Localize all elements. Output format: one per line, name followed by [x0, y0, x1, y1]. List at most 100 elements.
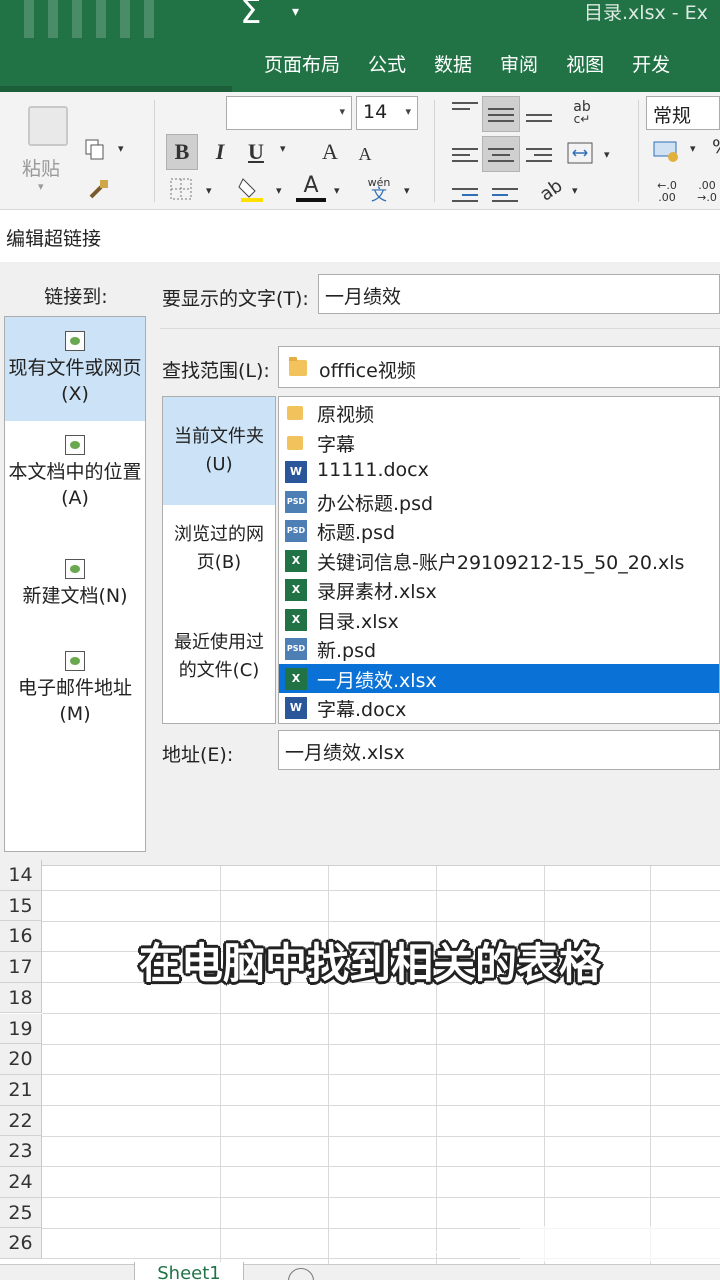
- paste-icon[interactable]: [28, 106, 68, 146]
- file-name: 标题.psd: [317, 522, 396, 544]
- font-name-box[interactable]: ▾: [226, 96, 352, 130]
- borders-dropdown-icon[interactable]: ▾: [206, 184, 212, 197]
- list-item[interactable]: 字幕: [279, 428, 719, 458]
- row-header[interactable]: 14: [0, 860, 42, 891]
- percent-icon[interactable]: %: [712, 136, 720, 158]
- number-format-box[interactable]: 常规: [646, 96, 720, 130]
- paste-label[interactable]: 粘贴: [22, 154, 60, 181]
- copy-icon[interactable]: [84, 138, 106, 162]
- accounting-format-icon[interactable]: [652, 138, 682, 164]
- bold-label[interactable]: B: [166, 136, 198, 168]
- row-header[interactable]: 26: [0, 1228, 42, 1260]
- underline-dropdown-icon[interactable]: ▾: [280, 142, 286, 155]
- orientation-dropdown-icon[interactable]: ▾: [572, 184, 578, 197]
- orientation-icon[interactable]: ab: [532, 171, 569, 209]
- increase-decimal-bottom: .00: [658, 191, 676, 204]
- tab-data[interactable]: 数据: [420, 50, 486, 77]
- dialog-title-bar[interactable]: 编辑超链接: [0, 212, 720, 262]
- paste-dropdown-icon[interactable]: ▾: [38, 180, 44, 193]
- align-middle-icon[interactable]: [488, 104, 514, 126]
- row-header[interactable]: 23: [0, 1136, 42, 1167]
- psd-file-icon: PSD: [285, 490, 307, 513]
- font-size-value: 14: [363, 101, 388, 123]
- row-header[interactable]: 22: [0, 1105, 42, 1137]
- shrink-font-button[interactable]: A: [354, 140, 376, 168]
- list-item[interactable]: X 目录.xlsx: [279, 605, 719, 635]
- format-painter-icon[interactable]: [86, 176, 112, 202]
- align-left-icon[interactable]: [452, 144, 478, 166]
- align-top-icon[interactable]: [452, 98, 478, 114]
- row-header[interactable]: 25: [0, 1197, 42, 1229]
- decrease-decimal-button[interactable]: .00 →.0: [694, 178, 720, 206]
- font-color-dropdown-icon[interactable]: ▾: [334, 184, 340, 197]
- list-item[interactable]: PSD 办公标题.psd: [279, 487, 719, 517]
- list-item[interactable]: W 11111.docx: [279, 457, 719, 487]
- existing-file-icon: [65, 331, 85, 351]
- font-size-box[interactable]: 14 ▾: [356, 96, 418, 130]
- address-label: 地址(E):: [162, 744, 234, 766]
- display-text-input[interactable]: 一月绩效: [318, 274, 720, 314]
- tab-formulas[interactable]: 公式: [354, 50, 420, 77]
- sheet-tab[interactable]: Sheet1: [134, 1262, 244, 1280]
- list-item[interactable]: X 关键词信息-账户29109212-15_50_20.xls: [279, 546, 719, 576]
- list-item[interactable]: PSD 标题.psd: [279, 516, 719, 546]
- row-line: [42, 1135, 720, 1137]
- increase-indent-icon[interactable]: [492, 184, 518, 206]
- divider: [638, 100, 639, 202]
- address-input[interactable]: 一月绩效.xlsx: [278, 730, 720, 770]
- align-bottom-icon[interactable]: [526, 110, 552, 126]
- word-file-icon: W: [285, 697, 307, 719]
- merge-dropdown-icon[interactable]: ▾: [604, 148, 610, 161]
- merge-center-icon[interactable]: [566, 140, 594, 166]
- file-name: 字幕.docx: [317, 699, 407, 721]
- customize-toolbar-caret[interactable]: ▾: [292, 4, 299, 20]
- list-item[interactable]: X 录屏素材.xlsx: [279, 575, 719, 605]
- fill-color-icon[interactable]: [236, 174, 266, 204]
- tab-page-layout[interactable]: 页面布局: [250, 50, 354, 77]
- list-item[interactable]: PSD 新.psd: [279, 634, 719, 664]
- align-right-icon[interactable]: [526, 144, 552, 166]
- copy-dropdown-icon[interactable]: ▾: [118, 142, 124, 155]
- wrap-text-icon: c↵: [573, 112, 591, 126]
- grow-font-button[interactable]: A: [318, 136, 342, 168]
- sidebar-item-existing-file[interactable]: 现有文件或网页(X): [5, 317, 145, 421]
- window-title: 目录.xlsx - Ex: [584, 2, 708, 24]
- borders-icon[interactable]: [168, 176, 194, 202]
- accounting-dropdown-icon[interactable]: ▾: [690, 142, 696, 155]
- worksheet-grid[interactable]: 14 15 16 17 18 19 20 21 22 23 24 25 26: [0, 860, 720, 1264]
- sidebar-item-new-document[interactable]: 新建文档(N): [5, 559, 145, 639]
- decrease-indent-icon[interactable]: [452, 184, 478, 206]
- row-header[interactable]: 20: [0, 1044, 42, 1075]
- list-item[interactable]: W 字幕.docx: [279, 693, 719, 723]
- tab-view[interactable]: 视图: [552, 50, 618, 77]
- sidebar-item-label: 电子邮件地址(M): [17, 677, 132, 725]
- autosum-icon[interactable]: Σ: [240, 0, 261, 32]
- list-item-selected[interactable]: X 一月绩效.xlsx: [279, 663, 719, 693]
- row-header[interactable]: 21: [0, 1074, 42, 1106]
- font-color-button[interactable]: A: [296, 172, 326, 202]
- look-in-dropdown[interactable]: offfice视频: [278, 346, 720, 388]
- sidebar-item-place-in-document[interactable]: 本文档中的位置(A): [5, 435, 145, 539]
- wrap-text-button[interactable]: ab c↵: [568, 98, 596, 128]
- underline-button[interactable]: U: [242, 136, 270, 168]
- row-header[interactable]: 15: [0, 890, 42, 922]
- increase-decimal-button[interactable]: ←.0 .00: [654, 178, 680, 206]
- list-item[interactable]: 原视频: [279, 398, 719, 428]
- row-header[interactable]: 24: [0, 1167, 42, 1198]
- sidebar-item-email[interactable]: 电子邮件地址(M): [5, 651, 145, 755]
- psd-file-icon: PSD: [285, 520, 307, 542]
- align-center-icon[interactable]: [488, 144, 514, 166]
- nav-browsed-pages[interactable]: 浏览过的网页(B): [163, 521, 275, 611]
- nav-current-folder[interactable]: 当前文件夹(U): [163, 397, 275, 505]
- tab-developer[interactable]: 开发: [618, 50, 684, 77]
- nav-recent-files[interactable]: 最近使用过的文件(C): [163, 629, 275, 719]
- file-name: 录屏素材.xlsx: [317, 581, 437, 603]
- phonetic-button[interactable]: wén 文: [364, 174, 394, 204]
- file-name: 原视频: [317, 404, 375, 426]
- fill-color-dropdown-icon[interactable]: ▾: [276, 184, 282, 197]
- column-line: [436, 866, 437, 1264]
- row-header[interactable]: 19: [0, 1013, 42, 1045]
- italic-button[interactable]: I: [206, 136, 234, 168]
- tab-review[interactable]: 审阅: [486, 50, 552, 77]
- phonetic-dropdown-icon[interactable]: ▾: [404, 184, 410, 197]
